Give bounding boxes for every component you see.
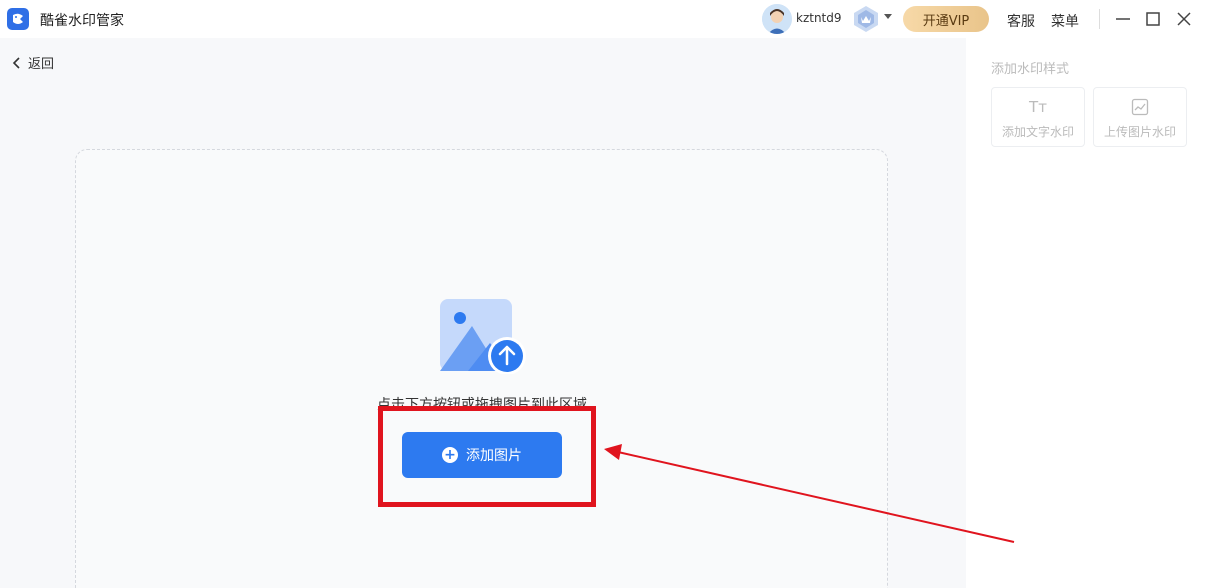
titlebar-divider <box>1099 9 1100 29</box>
badge-dropdown-icon[interactable] <box>884 14 892 19</box>
customer-service-link[interactable]: 客服 <box>1007 11 1035 31</box>
membership-badge-icon[interactable] <box>852 5 880 33</box>
close-icon[interactable] <box>1174 9 1194 29</box>
app-title: 酷雀水印管家 <box>40 13 124 29</box>
upload-image-watermark-option[interactable]: 上传图片水印 <box>1093 87 1187 147</box>
annotation-highlight-box <box>378 406 596 507</box>
title-bar: 酷雀水印管家 kztntd9 开通VIP 客服 菜单 <box>0 0 1209 38</box>
menu-link[interactable]: 菜单 <box>1051 11 1079 31</box>
add-text-watermark-option[interactable]: Tт 添加文字水印 <box>991 87 1085 147</box>
open-vip-button[interactable]: 开通VIP <box>903 6 989 32</box>
option-label: 添加文字水印 <box>1001 125 1074 139</box>
image-upload-icon <box>438 298 528 375</box>
app-logo-icon <box>7 8 29 30</box>
back-label: 返回 <box>28 57 55 72</box>
chevron-left-icon <box>12 56 20 69</box>
maximize-icon[interactable] <box>1143 9 1163 29</box>
watermark-style-panel: 添加水印样式 Tт 添加文字水印 上传图片水印 <box>966 38 1209 588</box>
text-icon: Tт <box>1029 98 1047 116</box>
panel-title: 添加水印样式 <box>991 62 1070 77</box>
minimize-icon[interactable] <box>1113 9 1133 29</box>
username[interactable]: kztntd9 <box>796 11 842 25</box>
back-button[interactable]: 返回 <box>12 53 54 72</box>
image-icon <box>1094 98 1186 120</box>
option-label: 上传图片水印 <box>1103 125 1176 139</box>
user-avatar[interactable] <box>762 4 792 34</box>
